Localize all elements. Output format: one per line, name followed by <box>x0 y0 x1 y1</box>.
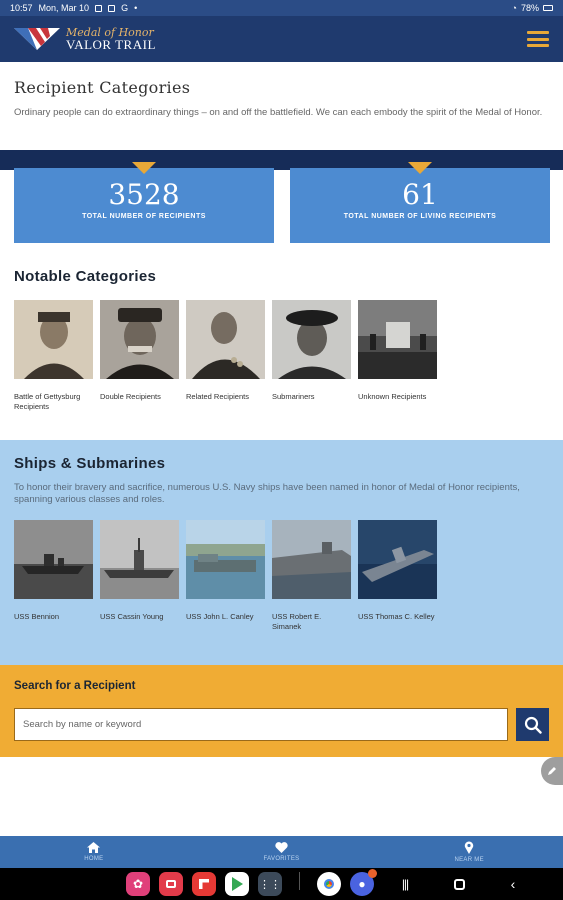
play-store-icon[interactable] <box>225 872 249 896</box>
app-header: Medal of Honor VALOR TRAIL <box>0 16 563 62</box>
home-icon <box>87 842 101 853</box>
stat-label: TOTAL NUMBER OF RECIPIENTS <box>82 213 206 220</box>
status-date: Mon, Mar 10 <box>38 3 90 13</box>
tab-label: FAVORITES <box>263 856 300 862</box>
app-flower-icon[interactable]: ✿ <box>126 872 150 896</box>
notch-decoration <box>132 162 156 174</box>
section-title: Ships & Submarines <box>14 455 166 472</box>
home-button-icon[interactable] <box>452 877 466 891</box>
location-pin-icon <box>464 841 474 854</box>
search-title: Search for a Recipient <box>14 680 136 692</box>
ships-section: Ships & Submarines To honor their braver… <box>0 440 563 665</box>
logo-title-bottom: VALOR TRAIL <box>66 37 156 52</box>
ship-label: USS Bennion <box>14 612 60 621</box>
ship-photo <box>358 520 437 599</box>
search-input[interactable] <box>14 708 509 741</box>
app-drawer-icon[interactable]: ⋮⋮ <box>258 872 282 896</box>
dot-icon: • <box>134 3 138 13</box>
bottom-tab-bar: HOME FAVORITES NEAR ME <box>0 836 563 868</box>
recent-apps-icon[interactable]: ||| <box>398 877 412 891</box>
stats-band <box>0 150 563 170</box>
category-card-unknown[interactable]: Unknown Recipients <box>358 300 437 411</box>
wifi-icon: ◔ <box>511 3 517 13</box>
ship-card-cassin-young[interactable]: USS Cassin Young <box>100 520 179 631</box>
ship-list: USS Bennion USS Cassin Young USS John L.… <box>14 520 549 631</box>
ship-label: USS Cassin Young <box>100 612 164 621</box>
category-card-double[interactable]: Double Recipients <box>100 300 179 411</box>
section-title: Notable Categories <box>14 268 157 285</box>
ship-label: USS Thomas C. Kelley <box>358 612 435 621</box>
battery-icon <box>543 5 553 11</box>
tab-near-me[interactable]: NEAR ME <box>375 836 563 868</box>
stat-value: 3528 <box>108 178 180 211</box>
edit-handle[interactable] <box>541 757 563 785</box>
status-bar: 10:57 Mon, Mar 10 G • ◔ 78% <box>0 0 563 16</box>
category-label: Unknown Recipients <box>358 392 427 401</box>
category-label: Battle of Gettysburg Recipients <box>14 392 81 411</box>
tab-favorites[interactable]: FAVORITES <box>188 836 376 868</box>
tab-label: HOME <box>84 856 104 862</box>
status-time: 10:57 <box>10 3 33 13</box>
app-video-icon[interactable] <box>159 872 183 896</box>
category-label: Related Recipients <box>186 392 249 401</box>
google-icon: G <box>121 3 129 13</box>
tab-home[interactable]: HOME <box>0 836 188 868</box>
app-logo[interactable]: Medal of Honor VALOR TRAIL <box>14 26 156 52</box>
search-button[interactable] <box>516 708 549 741</box>
category-card-related[interactable]: Related Recipients <box>186 300 265 411</box>
contacts-icon[interactable]: ● <box>350 869 377 896</box>
flag-logo-icon <box>14 28 60 50</box>
search-icon <box>524 716 542 734</box>
page-title: Recipient Categories <box>14 78 191 97</box>
ship-label: USS Robert E. Simanek <box>272 612 322 631</box>
intro-description: Ordinary people can do extraordinary thi… <box>14 107 543 118</box>
ship-card-john-canley[interactable]: USS John L. Canley <box>186 520 265 631</box>
ship-label: USS John L. Canley <box>186 612 254 621</box>
category-card-gettysburg[interactable]: Battle of Gettysburg Recipients <box>14 300 93 411</box>
search-section: Search for a Recipient <box>0 665 563 757</box>
category-label: Submariners <box>272 392 315 401</box>
system-nav-bar: ✿ ⋮⋮ ● ||| ‹ <box>0 868 563 900</box>
ship-card-bennion[interactable]: USS Bennion <box>14 520 93 631</box>
category-card-submariners[interactable]: Submariners <box>272 300 351 411</box>
stat-living-recipients: 61 TOTAL NUMBER OF LIVING RECIPIENTS <box>290 162 550 243</box>
portrait-photo <box>100 300 179 379</box>
category-list: Battle of Gettysburg Recipients Double R… <box>14 300 549 411</box>
monument-photo <box>358 300 437 379</box>
ships-description: To honor their bravery and sacrifice, nu… <box>14 482 520 505</box>
ship-photo <box>14 520 93 599</box>
ship-photo <box>186 520 265 599</box>
chrome-icon[interactable] <box>317 872 341 896</box>
ship-photo <box>272 520 351 599</box>
menu-icon[interactable] <box>527 31 549 47</box>
dock-divider <box>299 872 300 890</box>
stat-total-recipients: 3528 TOTAL NUMBER OF RECIPIENTS <box>14 162 274 243</box>
stat-label: TOTAL NUMBER OF LIVING RECIPIENTS <box>343 213 497 220</box>
ship-photo <box>100 520 179 599</box>
back-icon[interactable]: ‹ <box>506 876 520 892</box>
heart-icon <box>275 842 288 853</box>
notable-categories-section: Notable Categories Battle of Gettysburg … <box>14 268 549 411</box>
notch-decoration <box>408 162 432 174</box>
stat-value: 61 <box>402 178 438 211</box>
notification-icon <box>108 4 116 12</box>
dock-apps: ✿ ⋮⋮ ● <box>126 869 377 896</box>
ship-card-robert-simanek[interactable]: USS Robert E. Simanek <box>272 520 351 631</box>
portrait-photo <box>186 300 265 379</box>
app-flipboard-icon[interactable] <box>192 872 216 896</box>
portrait-photo <box>272 300 351 379</box>
portrait-photo <box>14 300 93 379</box>
pencil-icon <box>548 767 556 775</box>
ship-card-thomas-kelley[interactable]: USS Thomas C. Kelley <box>358 520 437 631</box>
status-battery: 78% <box>520 3 539 13</box>
intro-section: Recipient Categories Ordinary people can… <box>14 78 549 119</box>
tab-label: NEAR ME <box>454 857 484 863</box>
category-label: Double Recipients <box>100 392 161 401</box>
notification-icon <box>95 4 103 12</box>
